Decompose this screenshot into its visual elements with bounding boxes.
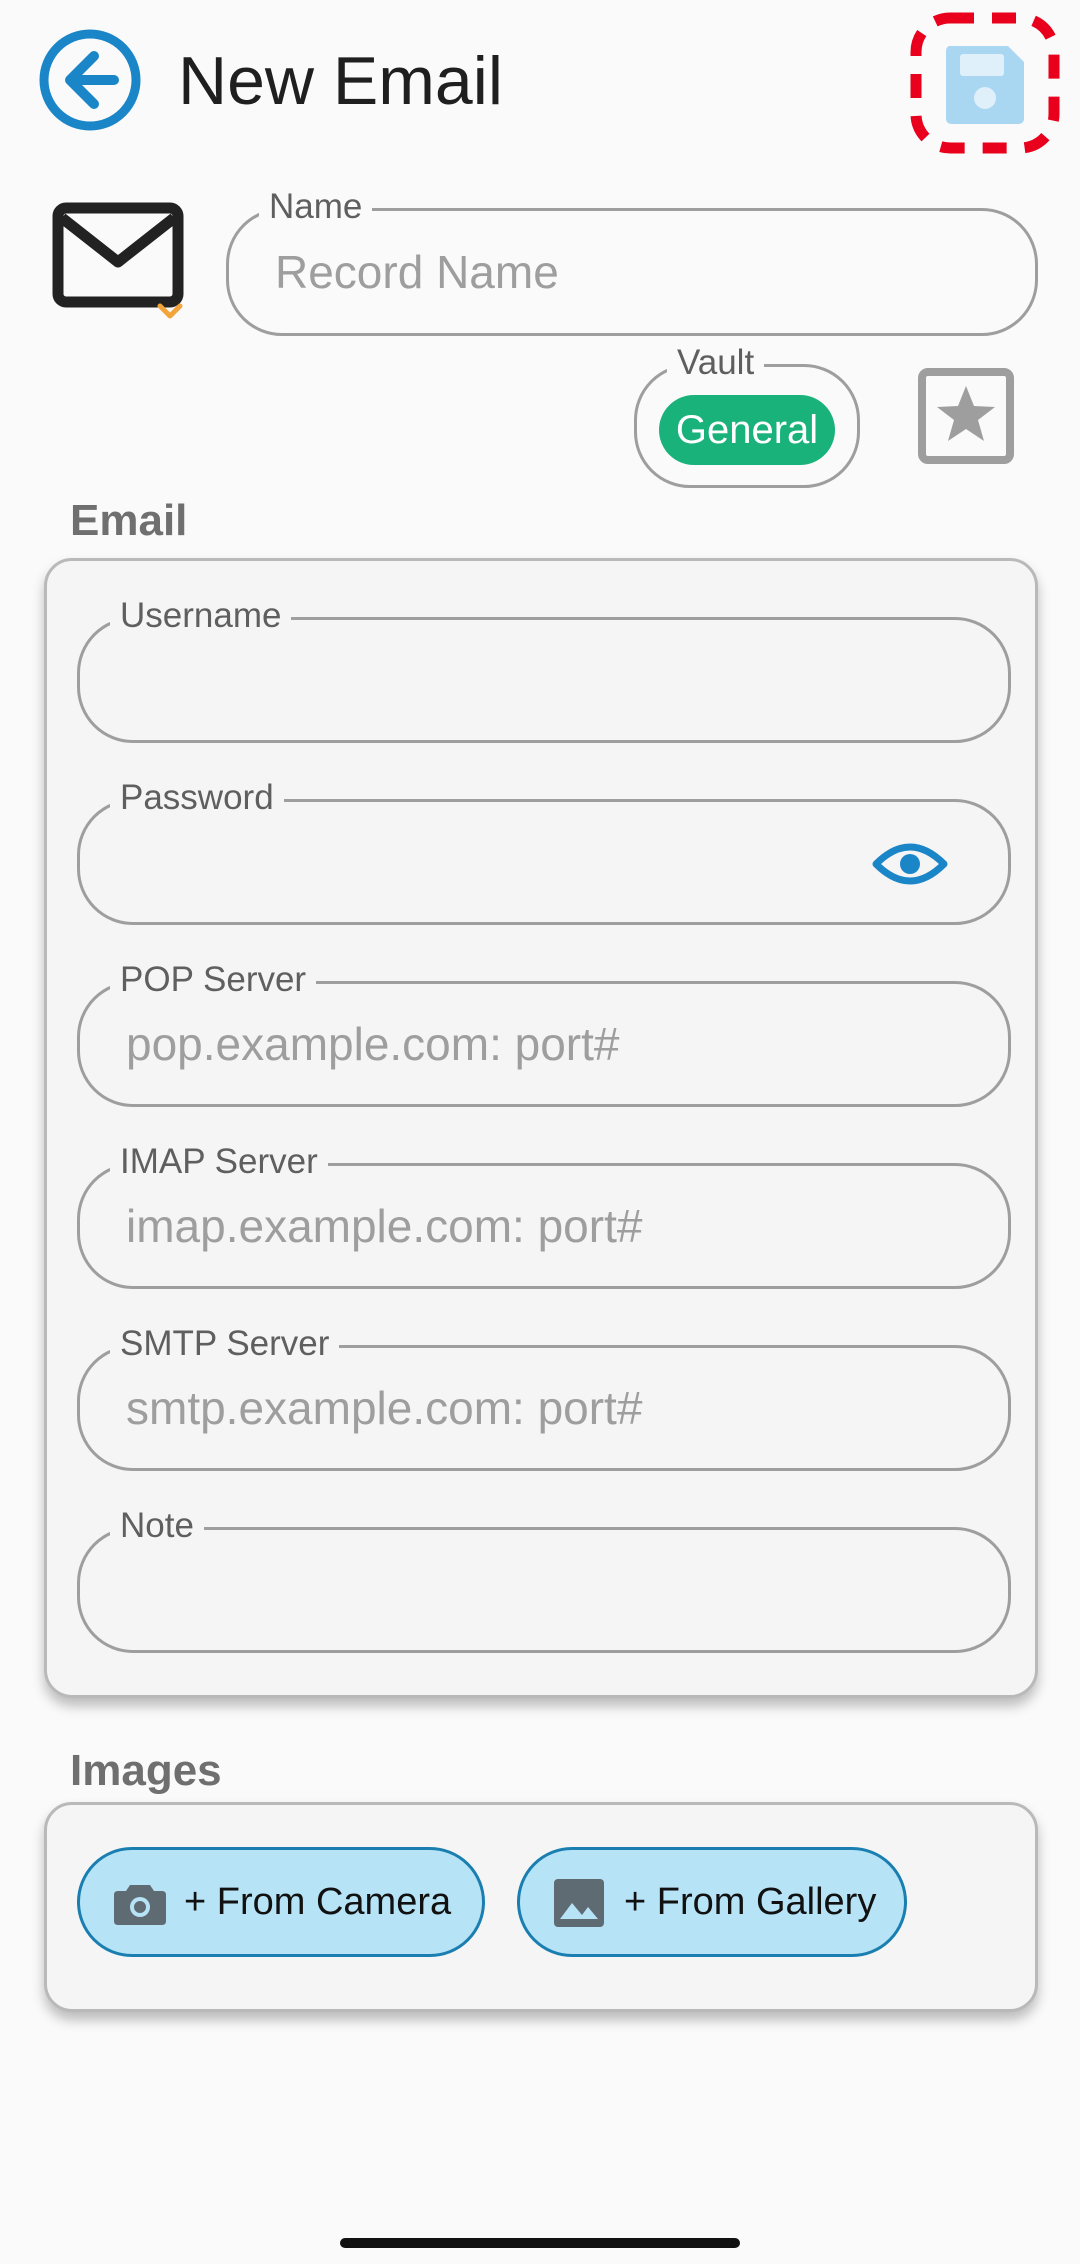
note-label: Note bbox=[110, 1506, 204, 1546]
save-button[interactable] bbox=[910, 12, 1060, 154]
imap-server-label: IMAP Server bbox=[110, 1142, 328, 1182]
from-gallery-label: + From Gallery bbox=[624, 1881, 877, 1923]
image-gallery-icon bbox=[552, 1875, 608, 1931]
pop-server-placeholder: pop.example.com: port# bbox=[126, 1018, 620, 1070]
favorite-button[interactable] bbox=[916, 366, 1016, 466]
back-button[interactable] bbox=[38, 28, 142, 132]
imap-server-field[interactable]: IMAP Server imap.example.com: port# bbox=[77, 1142, 1011, 1289]
email-section-title: Email bbox=[70, 496, 188, 545]
eye-icon bbox=[872, 843, 948, 885]
from-gallery-button[interactable]: + From Gallery bbox=[517, 1847, 907, 1957]
name-label: Name bbox=[259, 187, 373, 227]
from-camera-label: + From Camera bbox=[184, 1881, 452, 1923]
username-field[interactable]: Username bbox=[77, 596, 1011, 743]
username-label: Username bbox=[110, 596, 292, 636]
pop-server-field[interactable]: POP Server pop.example.com: port# bbox=[77, 960, 1011, 1107]
record-name-placeholder: Record Name bbox=[275, 246, 559, 298]
password-field[interactable]: Password bbox=[77, 778, 1011, 925]
note-field[interactable]: Note bbox=[77, 1506, 1011, 1653]
smtp-server-field[interactable]: SMTP Server smtp.example.com: port# bbox=[77, 1324, 1011, 1471]
imap-server-placeholder: imap.example.com: port# bbox=[126, 1200, 643, 1252]
home-indicator[interactable] bbox=[340, 2238, 740, 2248]
save-disk-icon bbox=[910, 12, 1060, 154]
pop-server-label: POP Server bbox=[110, 960, 317, 1000]
vault-selector[interactable]: Vault General bbox=[634, 343, 860, 488]
page-title: New Email bbox=[178, 43, 503, 119]
password-label: Password bbox=[110, 778, 284, 818]
smtp-server-placeholder: smtp.example.com: port# bbox=[126, 1382, 643, 1434]
password-visibility-toggle[interactable] bbox=[872, 838, 948, 890]
back-arrow-circle-icon bbox=[39, 29, 141, 131]
smtp-server-label: SMTP Server bbox=[110, 1324, 340, 1364]
vault-label: Vault bbox=[667, 343, 765, 383]
email-envelope-icon bbox=[52, 200, 192, 324]
star-box-icon bbox=[918, 368, 1014, 464]
email-card: Username Password POP Server pop.example… bbox=[44, 558, 1038, 1698]
images-section-title: Images bbox=[70, 1746, 222, 1795]
record-name-field[interactable]: Name Record Name bbox=[226, 187, 1038, 336]
from-camera-button[interactable]: + From Camera bbox=[77, 1847, 485, 1957]
images-card: + From Camera + From Gallery bbox=[44, 1802, 1038, 2012]
vault-chip[interactable]: General bbox=[659, 395, 835, 465]
camera-icon bbox=[112, 1875, 168, 1931]
